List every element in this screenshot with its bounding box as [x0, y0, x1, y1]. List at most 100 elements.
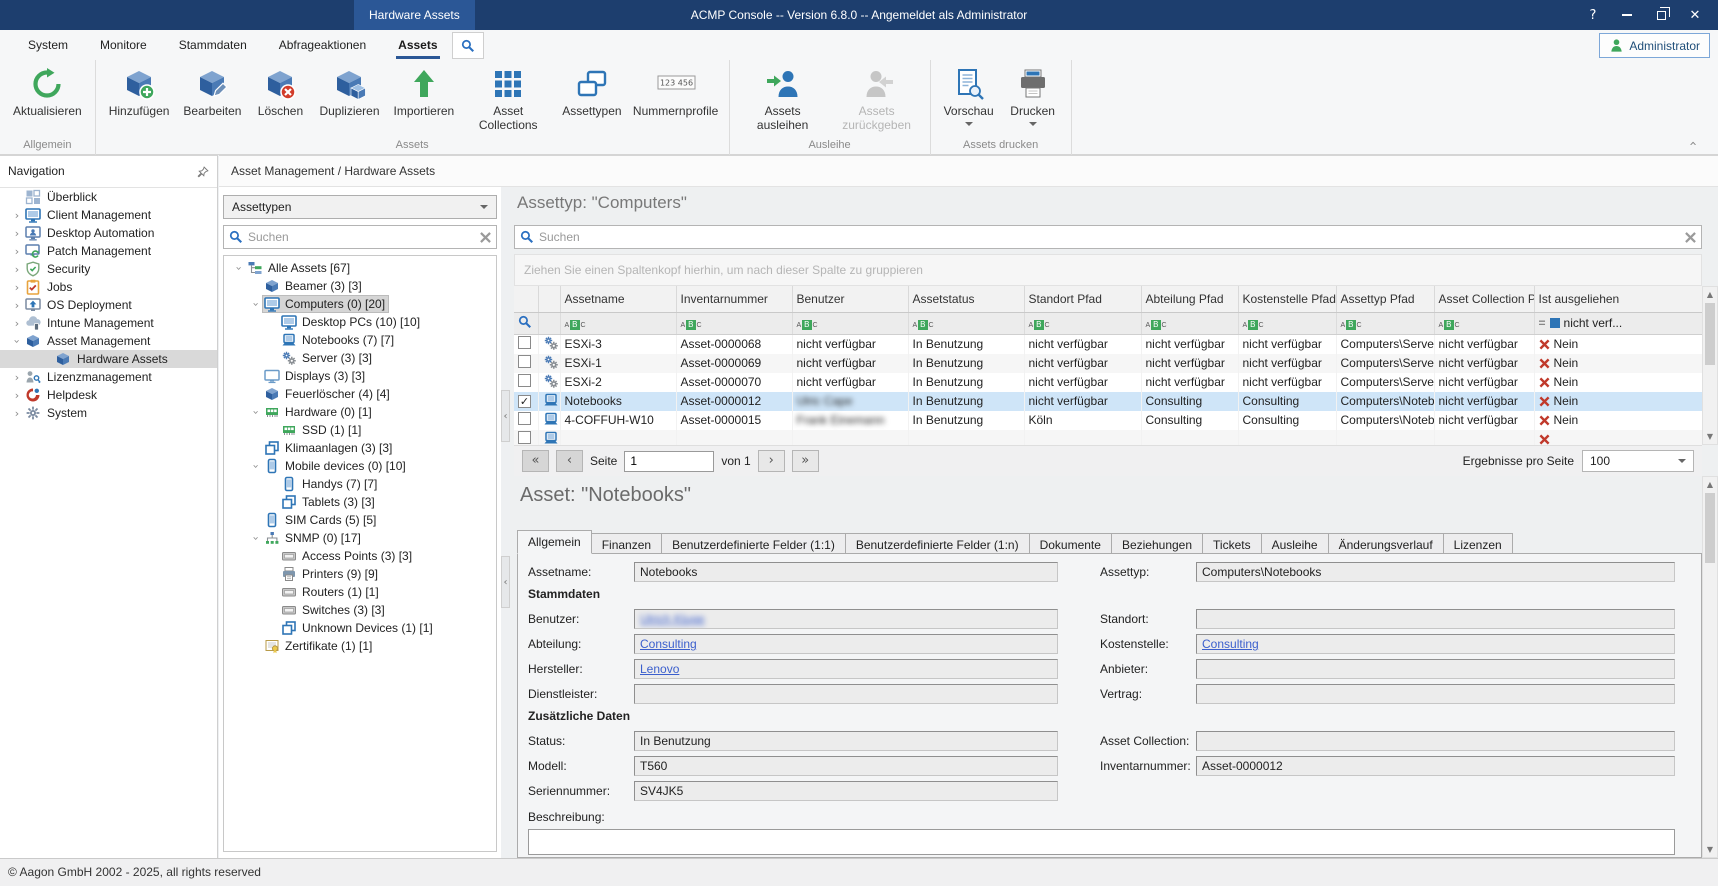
field-status[interactable]: In Benutzung — [634, 731, 1058, 751]
next-page-button[interactable]: › — [758, 450, 785, 472]
chevron-collapsed-icon[interactable]: › — [10, 209, 24, 222]
tree-item-switches-3-3[interactable]: Switches (3) [3] — [224, 601, 496, 619]
menu-system[interactable]: System — [12, 30, 84, 60]
tab-allgemein[interactable]: Allgemein — [517, 530, 592, 554]
chevron-collapsed-icon[interactable]: › — [10, 281, 24, 294]
filter-abteilung-pfad[interactable]: ABC — [1141, 312, 1238, 334]
ribbon-button-importieren[interactable]: Importieren — [389, 63, 460, 119]
clear-search-icon[interactable] — [1685, 232, 1696, 243]
menu-search-button[interactable] — [452, 32, 484, 59]
group-by-bar[interactable]: Ziehen Sie einen Spaltenkopf hierhin, um… — [514, 254, 1702, 286]
tree-item-hardware-0-1[interactable]: ›Hardware (0) [1] — [224, 403, 496, 421]
tree-item-beamer-3-3[interactable]: Beamer (3) [3] — [224, 277, 496, 295]
column-header-assetname[interactable]: Assetname — [560, 286, 676, 312]
tree-item-computers-0-20[interactable]: ›Computers (0) [20] — [224, 295, 496, 313]
chevron-collapsed-icon[interactable]: › — [10, 263, 24, 276]
nav-item-hardware-assets[interactable]: Hardware Assets — [0, 350, 217, 368]
clear-search-icon[interactable] — [480, 232, 491, 243]
detail-scrollbar[interactable]: ▲ ▼ — [1702, 476, 1718, 858]
scroll-down-icon[interactable]: ▼ — [1703, 429, 1717, 444]
page-input[interactable] — [624, 451, 714, 472]
ribbon-button-aktualisieren[interactable]: Aktualisieren — [8, 63, 87, 119]
menu-assets[interactable]: Assets — [382, 30, 453, 60]
list-search-input[interactable]: Suchen — [514, 225, 1702, 249]
scroll-up-icon[interactable]: ▲ — [1703, 287, 1717, 302]
field-link-hersteller[interactable]: Lenovo — [640, 662, 679, 676]
field-link-abteilung[interactable]: Consulting — [640, 637, 697, 651]
tree-item-sim-cards-5-5[interactable]: SIM Cards (5) [5] — [224, 511, 496, 529]
last-page-button[interactable]: » — [792, 450, 819, 472]
tab-finanzen[interactable]: Finanzen — [592, 533, 662, 554]
tab-benutzerdefinierte-felder-1-n[interactable]: Benutzerdefinierte Felder (1:n) — [846, 533, 1030, 554]
nav-item-berblick[interactable]: Überblick — [0, 188, 217, 206]
filter-asset-collection-pfad[interactable]: ABC — [1434, 312, 1534, 334]
nav-item-os-deployment[interactable]: ›OS Deployment — [0, 296, 217, 314]
chevron-collapsed-icon[interactable]: › — [10, 371, 24, 384]
nav-item-client-management[interactable]: ›Client Management — [0, 206, 217, 224]
pin-icon[interactable] — [197, 166, 209, 178]
chevron-collapsed-icon[interactable]: › — [10, 245, 24, 258]
field-dienstleister[interactable] — [634, 684, 1058, 704]
chevron-expanded-icon[interactable]: › — [250, 459, 263, 473]
column-header-standort-pfad[interactable]: Standort Pfad — [1024, 286, 1141, 312]
scroll-down-icon[interactable]: ▼ — [1703, 842, 1717, 857]
grid-scrollbar[interactable]: ▲ ▼ — [1702, 286, 1718, 445]
chevron-expanded-icon[interactable]: › — [250, 531, 263, 545]
row-checkbox[interactable] — [518, 374, 531, 387]
assettype-dropdown[interactable]: Assettypen — [223, 195, 497, 219]
nav-item-patch-management[interactable]: ›Patch Management — [0, 242, 217, 260]
restore-button[interactable] — [1648, 0, 1674, 30]
column-header-assettyp-pfad[interactable]: Assettyp Pfad — [1336, 286, 1434, 312]
tree-item-klimaanlagen-3-3[interactable]: Klimaanlagen (3) [3] — [224, 439, 496, 457]
table-row[interactable]: ✓NotebooksAsset-0000012Ulric CapeIn Benu… — [514, 392, 1702, 411]
field-beschreibung[interactable] — [528, 829, 1675, 855]
tree-item-zertifikate-1-1[interactable]: Zertifikate (1) [1] — [224, 637, 496, 655]
field-vertrag[interactable] — [1196, 684, 1675, 704]
nav-item-desktop-automation[interactable]: ›Desktop Automation — [0, 224, 217, 242]
chevron-expanded-icon[interactable]: › — [250, 297, 263, 311]
ribbon-collapse-button[interactable]: › — [1684, 135, 1704, 151]
nav-item-jobs[interactable]: ›Jobs — [0, 278, 217, 296]
tab-nderungsverlauf[interactable]: Änderungsverlauf — [1329, 533, 1444, 554]
table-row[interactable]: ESXi-1Asset-0000069nicht verfügbarIn Ben… — [514, 354, 1702, 373]
field-modell[interactable]: T560 — [634, 756, 1058, 776]
filter-standort-pfad[interactable]: ABC — [1024, 312, 1141, 334]
ribbon-button-vorschau[interactable]: Vorschau — [939, 63, 999, 131]
tab-ausleihe[interactable]: Ausleihe — [1262, 533, 1329, 554]
ribbon-button-assettypen[interactable]: Assettypen — [557, 63, 626, 119]
field-asset-collection[interactable] — [1196, 731, 1675, 751]
collapse-panel-handle[interactable]: ‹ — [501, 556, 510, 608]
table-row[interactable]: ESXi-2Asset-0000070nicht verfügbarIn Ben… — [514, 373, 1702, 392]
tree-item-routers-1-1[interactable]: Routers (1) [1] — [224, 583, 496, 601]
minimize-button[interactable] — [1614, 0, 1640, 30]
first-page-button[interactable]: « — [522, 450, 549, 472]
row-checkbox[interactable] — [518, 336, 531, 349]
row-checkbox[interactable] — [518, 355, 531, 368]
filter-assetstatus[interactable]: ABC — [908, 312, 1024, 334]
ribbon-button-nummernprofile[interactable]: 123 456Nummernprofile — [631, 63, 721, 119]
nav-item-helpdesk[interactable]: ›Helpdesk — [0, 386, 217, 404]
field-link-kostenstelle[interactable]: Consulting — [1202, 637, 1259, 651]
column-header-benutzer[interactable]: Benutzer — [792, 286, 908, 312]
chevron-collapsed-icon[interactable]: › — [10, 389, 24, 402]
ribbon-button-drucken[interactable]: Drucken — [1003, 63, 1063, 131]
tab-benutzerdefinierte-felder-1-1[interactable]: Benutzerdefinierte Felder (1:1) — [662, 533, 846, 554]
row-checkbox[interactable] — [518, 412, 531, 425]
tree-item-handys-7-7[interactable]: Handys (7) [7] — [224, 475, 496, 493]
close-button[interactable]: ✕ — [1682, 0, 1708, 30]
chevron-collapsed-icon[interactable]: › — [10, 227, 24, 240]
tree-item-ssd-1-1[interactable]: SSD (1) [1] — [224, 421, 496, 439]
field-benutzer[interactable]: Ulrich Kluge — [634, 609, 1058, 629]
column-header-assetstatus[interactable]: Assetstatus — [908, 286, 1024, 312]
menu-stammdaten[interactable]: Stammdaten — [163, 30, 263, 60]
tree-item-server-3-3[interactable]: Server (3) [3] — [224, 349, 496, 367]
ribbon-button-assets-ausleihen[interactable]: Assets ausleihen — [738, 63, 828, 134]
scroll-thumb[interactable] — [1705, 303, 1715, 365]
table-row[interactable]: 4-COFFUH-W10Asset-0000015Frank EinemannI… — [514, 411, 1702, 430]
table-row[interactable] — [514, 430, 1702, 446]
column-header-abteilung-pfad[interactable]: Abteilung Pfad — [1141, 286, 1238, 312]
nav-item-lizenzmanagement[interactable]: ›Lizenzmanagement — [0, 368, 217, 386]
nav-item-system[interactable]: ›System — [0, 404, 217, 422]
field-hersteller[interactable]: Lenovo — [634, 659, 1058, 679]
tree-item-alle-assets-67[interactable]: ›Alle Assets [67] — [224, 259, 496, 277]
